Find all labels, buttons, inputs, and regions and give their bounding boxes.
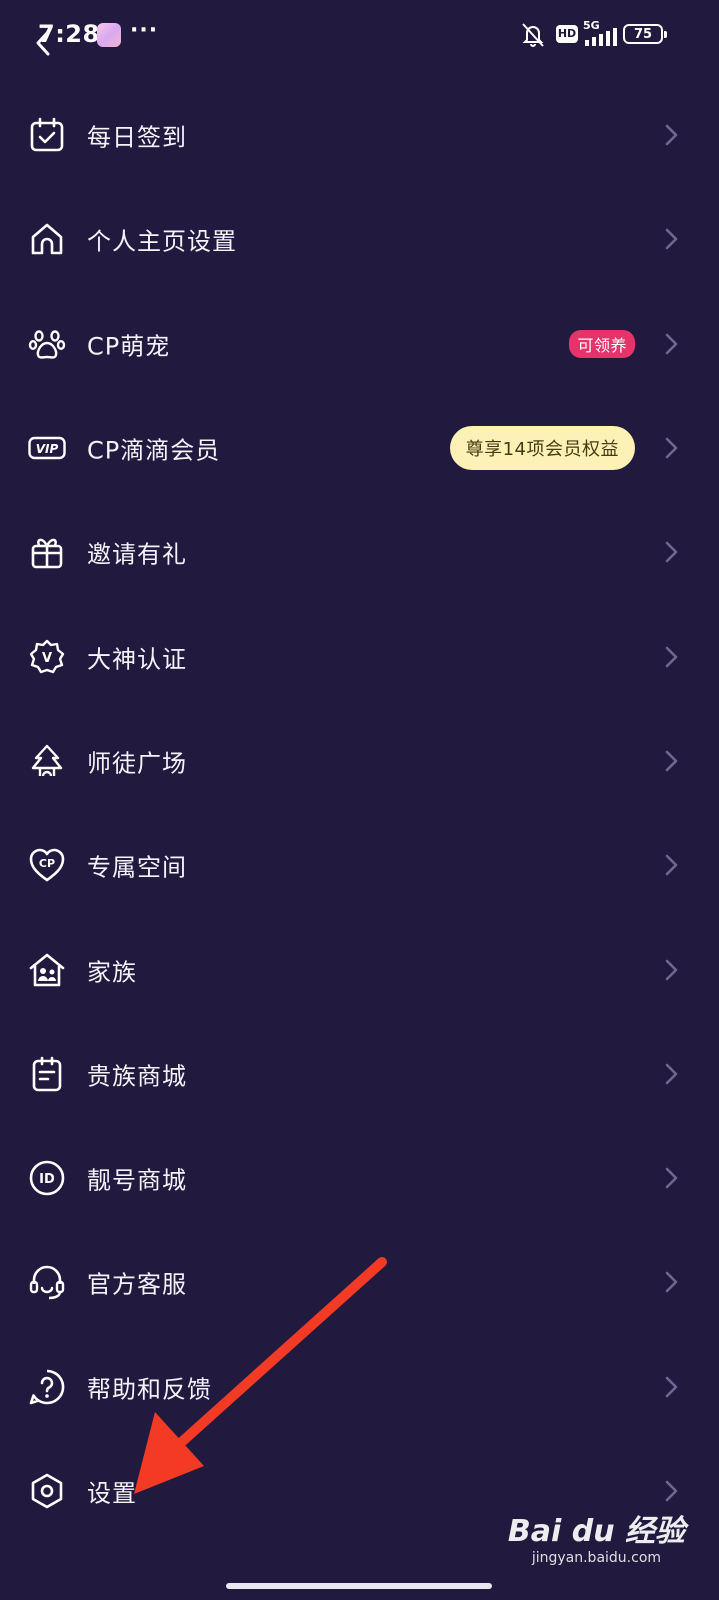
back-arrow-icon[interactable]: [34, 30, 52, 56]
verified-v-icon: V: [28, 638, 66, 676]
menu-item-help-feedback[interactable]: 帮助和反馈: [0, 1335, 719, 1439]
headset-icon: [28, 1263, 66, 1301]
chevron-right-icon: [665, 1063, 678, 1085]
menu-item-customer-service[interactable]: 官方客服: [0, 1230, 719, 1334]
id-icon: ID: [28, 1159, 66, 1197]
menu-item-cp-vip[interactable]: VIP CP滴滴会员 尊享14项会员权益: [0, 396, 719, 500]
home-indicator[interactable]: [226, 1583, 492, 1589]
menu-item-label: 个人主页设置: [87, 227, 237, 256]
chevron-right-icon: [665, 1167, 678, 1189]
signal-icon: [585, 28, 617, 46]
chevron-right-icon: [665, 124, 678, 146]
watermark-url: jingyan.baidu.com: [531, 1550, 662, 1566]
svg-text:ID: ID: [39, 1172, 55, 1187]
svg-text:V: V: [42, 651, 52, 666]
menu-list: 每日签到 个人主页设置 CP萌宠 可领养 VIP CP滴滴会员 尊享14项会员权…: [0, 83, 719, 1543]
status-bar: 7:28 ··· HD 5G 75: [0, 0, 719, 70]
hd-badge: HD: [556, 25, 578, 43]
vip-icon: VIP: [28, 429, 66, 467]
menu-item-cp-pet[interactable]: CP萌宠 可领养: [0, 292, 719, 396]
chevron-right-icon: [665, 229, 678, 250]
cp-heart-icon: CP: [28, 846, 66, 884]
vip-benefits-badge[interactable]: 尊享14项会员权益: [449, 426, 635, 471]
mentor-icon: [28, 742, 66, 780]
menu-item-vanity-number-store[interactable]: ID 靓号商城: [0, 1126, 719, 1230]
menu-item-label: CP萌宠: [87, 332, 171, 361]
settings-hexagon-icon: [28, 1472, 66, 1510]
menu-item-invite[interactable]: 邀请有礼: [0, 500, 719, 604]
menu-item-label: 大神认证: [87, 645, 187, 674]
watermark-logo: Bai du 经验: [507, 1514, 685, 1549]
menu-item-label: 贵族商城: [87, 1062, 187, 1091]
menu-item-label: 靓号商城: [87, 1166, 187, 1195]
chevron-right-icon: [665, 1272, 678, 1293]
calendar-check-icon: [28, 116, 66, 154]
help-icon: [28, 1368, 66, 1406]
menu-item-label: 每日签到: [87, 123, 187, 152]
mute-bell-icon: [522, 23, 544, 47]
chevron-right-icon: [665, 542, 678, 563]
menu-item-label: 设置: [87, 1479, 137, 1508]
adopt-badge: 可领养: [569, 329, 635, 358]
paw-icon: [28, 325, 66, 363]
gift-icon: [28, 533, 66, 571]
baidu-watermark: Bai du 经验 jingyan.baidu.com: [508, 1506, 685, 1566]
menu-item-exclusive-space[interactable]: CP 专属空间: [0, 813, 719, 917]
home-icon: [28, 220, 66, 258]
chevron-right-icon: [665, 959, 678, 980]
battery-indicator: 75: [623, 24, 667, 44]
menu-item-verification[interactable]: V 大神认证: [0, 604, 719, 708]
chevron-right-icon: [665, 646, 678, 667]
chevron-right-icon: [665, 333, 678, 355]
chevron-right-icon: [665, 1480, 678, 1502]
svg-text:CP: CP: [39, 857, 55, 870]
menu-item-family[interactable]: 家族: [0, 917, 719, 1021]
more-notifications-icon: ···: [130, 18, 159, 43]
menu-item-label: 帮助和反馈: [87, 1375, 212, 1404]
chevron-right-icon: [665, 1376, 678, 1398]
family-house-icon: [28, 951, 66, 989]
chevron-right-icon: [665, 750, 678, 772]
menu-item-label: 邀请有礼: [87, 540, 187, 569]
svg-text:VIP: VIP: [36, 442, 59, 456]
chevron-right-icon: [665, 437, 678, 459]
chevron-right-icon: [665, 854, 678, 876]
menu-item-daily-checkin[interactable]: 每日签到: [0, 83, 719, 187]
menu-item-label: CP滴滴会员: [87, 436, 221, 465]
menu-item-label: 官方客服: [87, 1270, 187, 1299]
menu-item-label: 家族: [87, 958, 137, 987]
menu-item-label: 专属空间: [87, 853, 187, 882]
clipboard-icon: [28, 1055, 66, 1093]
app-notification-icon: [97, 23, 121, 47]
menu-item-label: 师徒广场: [87, 749, 187, 778]
menu-item-profile-settings[interactable]: 个人主页设置: [0, 187, 719, 291]
menu-item-noble-store[interactable]: 贵族商城: [0, 1022, 719, 1126]
menu-item-mentor-square[interactable]: 师徒广场: [0, 709, 719, 813]
